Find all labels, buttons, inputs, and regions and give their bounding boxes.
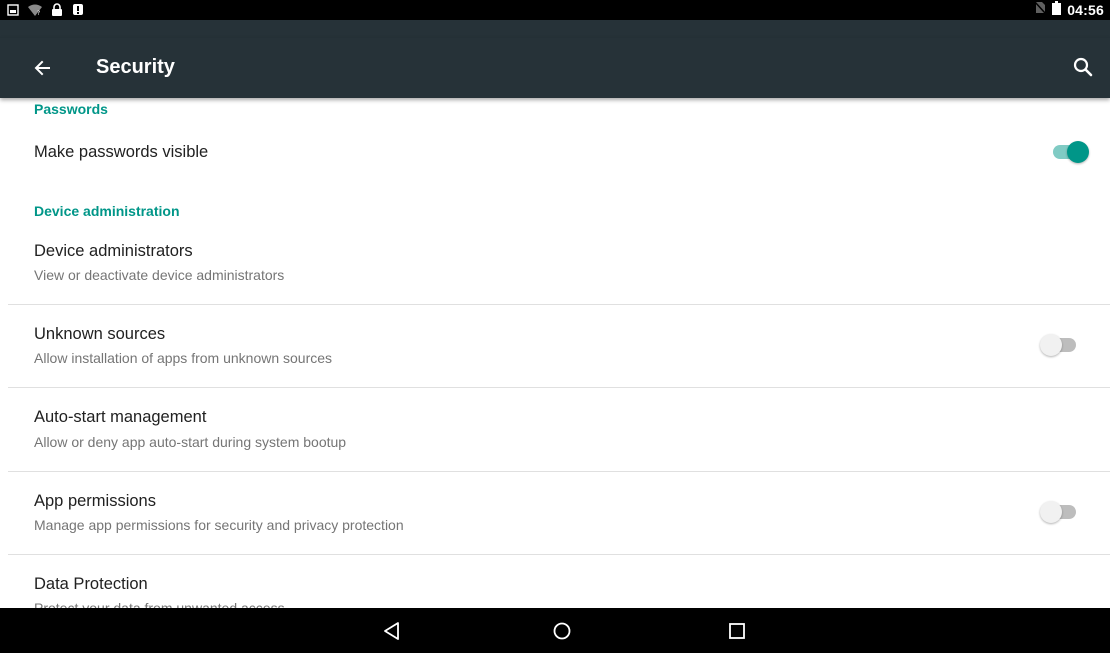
setting-subtitle: Manage app permissions for security and … [34,517,404,533]
setting-data-protection[interactable]: Data Protection Protect your data from u… [0,555,1110,608]
setting-title: App permissions [34,492,156,510]
nav-recents-button[interactable] [726,620,748,642]
arrow-left-icon [34,60,50,76]
setting-app-permissions[interactable]: App permissions Manage app permissions f… [0,472,1110,555]
nav-back-button[interactable] [381,620,403,642]
navigation-bar [0,608,1110,653]
recents-square-icon [729,623,745,639]
app-permissions-toggle[interactable] [1040,500,1080,524]
toggle-thumb [1040,334,1062,356]
lock-icon [51,3,63,21]
setting-make-passwords-visible[interactable]: Make passwords visible [0,128,1110,178]
section-header-device-administration: Device administration [34,203,180,219]
alert-icon [72,3,84,21]
setting-unknown-sources[interactable]: Unknown sources Allow installation of ap… [0,305,1110,388]
status-icons-left: ? [7,3,84,21]
setting-device-administrators[interactable]: Device administrators View or deactivate… [0,226,1110,304]
back-triangle-icon [384,622,399,640]
unknown-sources-toggle[interactable] [1040,333,1080,357]
setting-subtitle: Allow installation of apps from unknown … [34,350,333,366]
app-bar: Security [0,38,1110,98]
search-icon [1073,57,1093,77]
status-icons-right: 04:56 [1034,0,1104,20]
home-circle-icon [553,622,571,640]
setting-subtitle: Allow or deny app auto-start during syst… [34,434,347,450]
toggle-thumb [1067,141,1089,163]
setting-title: Unknown sources [34,325,166,343]
clock: 04:56 [1067,2,1104,18]
setting-subtitle: View or deactivate device administrators [34,267,285,283]
image-icon [7,3,19,21]
page-title: Security [96,56,175,78]
make-passwords-visible-toggle[interactable] [1049,140,1089,164]
setting-subtitle: Protect your data from unwanted access [34,600,285,608]
search-button[interactable] [1070,54,1096,80]
status-bar: ? 04:56 [0,0,1110,20]
setting-title: Data Protection [34,575,148,593]
setting-auto-start-management[interactable]: Auto-start management Allow or deny app … [0,388,1110,471]
setting-title: Make passwords visible [34,143,209,161]
back-button[interactable] [29,54,57,82]
svg-text:?: ? [37,10,40,16]
nav-home-button[interactable] [551,620,573,642]
battery-icon [1052,0,1062,20]
settings-list[interactable]: Passwords Make passwords visible Device … [0,98,1110,608]
no-sim-icon [1034,1,1046,19]
wifi-icon: ? [28,3,42,21]
toggle-thumb [1040,501,1062,523]
section-header-passwords: Passwords [34,101,108,117]
setting-title: Device administrators [34,242,193,260]
setting-title: Auto-start management [34,408,207,426]
app-bar-spacer [0,20,1110,38]
